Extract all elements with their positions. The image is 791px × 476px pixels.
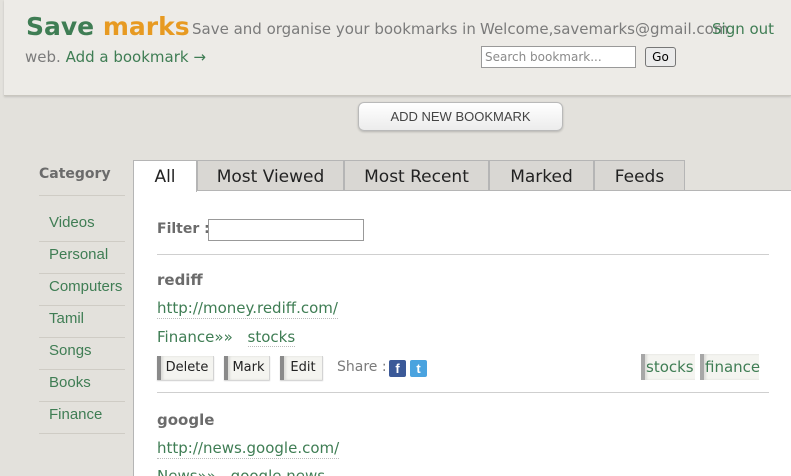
bookmark-url-link[interactable]: http://news.google.com/: [157, 439, 340, 459]
bookmark-category: Finance»» stocks: [157, 328, 296, 347]
divider: [39, 401, 125, 402]
divider: [39, 337, 125, 338]
welcome-text: Welcome,savemarks@gmail.com: [480, 20, 729, 38]
header: Save marks Save and organise your bookma…: [4, 0, 791, 96]
divider: [39, 433, 125, 434]
bookmark-title: google: [157, 411, 215, 429]
sidebar-item-books[interactable]: Books: [49, 374, 91, 391]
add-new-bookmark-button[interactable]: ADD NEW BOOKMARK: [358, 102, 563, 131]
mark-button[interactable]: Mark: [224, 356, 270, 380]
share-label: Share :: [337, 359, 387, 375]
filter-input[interactable]: [208, 219, 364, 241]
bookmark-subcategory-link[interactable]: google news: [230, 467, 326, 476]
bookmark-subcategory-link[interactable]: stocks: [247, 328, 296, 347]
sidebar-item-songs[interactable]: Songs: [49, 342, 92, 359]
search-input[interactable]: [481, 46, 636, 68]
divider: [39, 369, 125, 370]
tag-stocks[interactable]: stocks: [641, 354, 695, 380]
facebook-icon[interactable]: f: [389, 360, 406, 377]
sidebar-item-tamil[interactable]: Tamil: [49, 310, 84, 327]
bookmark-title: rediff: [157, 271, 203, 289]
tagline-line1: Save and organise your bookmarks in: [192, 20, 476, 38]
tab-most-recent[interactable]: Most Recent: [344, 160, 489, 191]
bookmark-category-link[interactable]: Finance»»: [157, 328, 233, 346]
sign-out-link[interactable]: Sign out: [712, 20, 774, 38]
category-title: Category: [39, 166, 111, 182]
delete-button[interactable]: Delete: [157, 356, 214, 380]
divider: [39, 241, 125, 242]
tab-most-viewed[interactable]: Most Viewed: [197, 160, 344, 191]
tag-finance[interactable]: finance: [700, 354, 760, 380]
divider: [39, 195, 125, 196]
bookmark-category-link[interactable]: News»»: [157, 467, 216, 476]
sidebar-item-finance[interactable]: Finance: [49, 406, 102, 423]
search-go-button[interactable]: Go: [645, 47, 676, 67]
filter-label: Filter :: [157, 221, 210, 237]
tagline-line2: web. Add a bookmark →: [25, 48, 206, 66]
logo[interactable]: Save marks: [26, 12, 190, 41]
add-bookmark-link[interactable]: Add a bookmark →: [66, 48, 206, 66]
sidebar-item-personal[interactable]: Personal: [49, 246, 108, 263]
sidebar-item-computers[interactable]: Computers: [49, 278, 122, 295]
tab-marked[interactable]: Marked: [489, 160, 594, 191]
tab-all[interactable]: All: [133, 160, 197, 192]
bookmark-url-link[interactable]: http://money.rediff.com/: [157, 299, 338, 319]
sidebar-item-videos[interactable]: Videos: [49, 214, 95, 231]
divider: [157, 392, 769, 393]
bookmark-category: News»» google news: [157, 467, 326, 476]
twitter-icon[interactable]: t: [410, 360, 427, 377]
divider: [157, 254, 769, 255]
divider: [39, 273, 125, 274]
divider: [39, 305, 125, 306]
edit-button[interactable]: Edit: [280, 356, 323, 380]
tab-feeds[interactable]: Feeds: [594, 160, 685, 191]
